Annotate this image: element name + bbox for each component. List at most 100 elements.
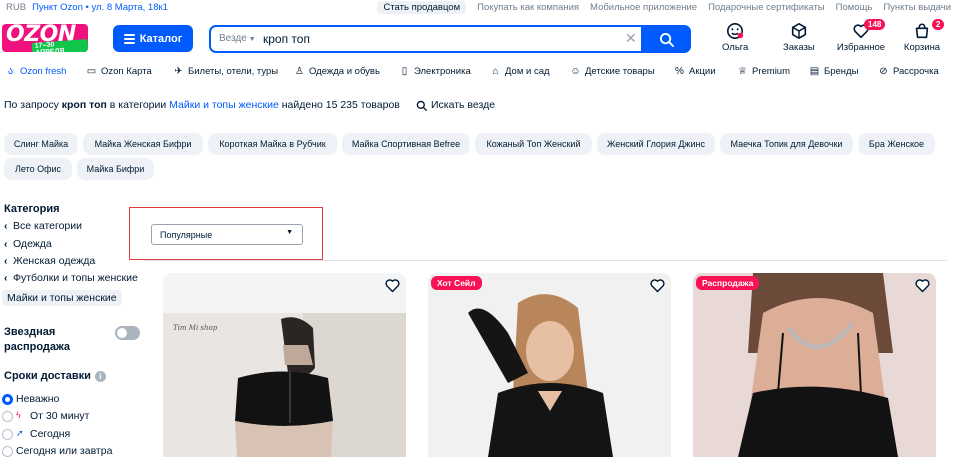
nav-item-ozon-fresh[interactable]: ა Ozon fresh	[5, 66, 67, 77]
suggestion-chip[interactable]: Маечка Топик для Девочки	[720, 133, 853, 155]
suggestion-chip[interactable]: Бра Женское	[858, 133, 935, 155]
pickup-location[interactable]: Пункт Ozon • ул. 8 Марта, 18к1	[32, 2, 168, 13]
menu-icon	[123, 34, 135, 44]
nav-item-label: Акции	[689, 66, 716, 77]
favorite-heart-icon[interactable]	[384, 277, 401, 294]
chevron-left-icon: ‹	[4, 255, 8, 267]
orders-button[interactable]: Заказы	[783, 22, 815, 53]
search-button[interactable]	[641, 25, 691, 53]
sort-select[interactable]: Популярные ▼	[151, 224, 303, 245]
suggestion-chip[interactable]: Короткая Майка в Рубчик	[208, 133, 337, 155]
help-link[interactable]: Помощь	[836, 2, 873, 13]
category-link-clothing[interactable]: ‹ Одежда	[4, 238, 52, 250]
product-card[interactable]: Хот Сейл	[428, 273, 671, 457]
favorites-count-badge: 148	[864, 19, 886, 30]
clear-icon[interactable]: ✕	[625, 30, 637, 47]
delivery-option-label: Сегодня или завтра	[16, 445, 113, 457]
pickup-points-link[interactable]: Пункты выдачи	[883, 2, 951, 13]
delivery-option-label: Сегодня	[30, 428, 71, 440]
category-link-tshirts-tops[interactable]: ‹ Футболки и топы женские	[4, 272, 138, 284]
suggestion-chip[interactable]: Майка Спортивная Befree	[342, 133, 470, 155]
category-link-label: Одежда	[13, 238, 52, 250]
nav-item-label: Рассрочка	[893, 66, 939, 77]
suggestion-chip[interactable]: Кожаный Топ Женский	[475, 133, 592, 155]
nav-item-home-garden[interactable]: ⌂ Дом и сад	[490, 66, 549, 77]
home-icon: ⌂	[492, 66, 499, 77]
suggestion-chip[interactable]: Майка Женская Бифри	[83, 133, 203, 155]
nav-item-brands[interactable]: ▤ Бренды	[809, 66, 859, 77]
results-count: найдено 15 235 товаров	[281, 99, 400, 111]
nav-item-kids[interactable]: ☺ Детские товары	[570, 66, 655, 77]
delivery-radio-today-tomorrow[interactable]	[2, 446, 13, 457]
box-icon	[791, 22, 806, 40]
favorites-button[interactable]: Избранное 148	[836, 19, 886, 53]
suggestion-chip[interactable]: Лето Офис	[4, 158, 72, 180]
cart-bag-icon	[915, 23, 929, 39]
chevron-left-icon: ‹	[4, 238, 8, 250]
suggestion-chip[interactable]: Женский Глория Джинс	[597, 133, 715, 155]
svg-text:Tim Mi shop: Tim Mi shop	[173, 324, 218, 332]
percent-icon: %	[675, 66, 684, 77]
cart-label: Корзина	[903, 42, 941, 53]
nav-item-promotions[interactable]: % Акции	[674, 66, 716, 77]
search-icon	[416, 100, 427, 111]
category-link-womens-clothing[interactable]: ‹ Женская одежда	[4, 255, 95, 267]
category-link-label: Женская одежда	[13, 255, 96, 267]
nav-item-label: Электроника	[414, 66, 471, 77]
gift-cards-link[interactable]: Подарочные сертификаты	[708, 2, 825, 13]
nav-item-premium[interactable]: ♕ Premium	[737, 66, 790, 77]
favorites-label: Избранное	[836, 42, 886, 53]
currency-selector[interactable]: RUB	[6, 2, 26, 13]
nav-item-electronics[interactable]: ▯ Электроника	[399, 66, 471, 77]
brands-icon: ▤	[809, 66, 820, 77]
nav-item-label: Детские товары	[585, 66, 655, 77]
product-image	[428, 273, 671, 457]
nav-item-travel[interactable]: ✈ Билеты, отели, туры	[173, 66, 278, 77]
header: OZON 17–30 АПРЕЛЯ Каталог Везде▼ кроп то…	[0, 17, 957, 61]
nav-item-installment[interactable]: ⊘ Рассрочка	[878, 66, 939, 77]
sort-selected-label: Популярные	[160, 229, 213, 240]
delivery-radio-today[interactable]	[2, 429, 13, 440]
results-category-link[interactable]: Майки и топы женские	[169, 99, 279, 111]
account-button[interactable]: Ольга	[722, 22, 748, 53]
search-input[interactable]: кроп топ	[263, 32, 310, 46]
card-icon: ▭	[86, 66, 97, 77]
ozon-logo[interactable]: OZON 17–30 АПРЕЛЯ	[2, 24, 88, 52]
results-prefix: По запросу	[4, 99, 59, 111]
catalog-label: Каталог	[139, 32, 183, 45]
delivery-radio-30min[interactable]	[2, 411, 13, 422]
star-sale-toggle[interactable]	[115, 326, 140, 340]
business-link[interactable]: Покупать как компания	[477, 2, 579, 13]
product-image: Tim Mi shop	[163, 313, 406, 457]
suggestion-chip[interactable]: Слинг Майка	[4, 133, 78, 155]
favorite-heart-icon[interactable]	[649, 277, 666, 294]
catalog-button[interactable]: Каталог	[113, 25, 193, 52]
delivery-time-title: Сроки доставки i	[4, 370, 106, 382]
delivery-option-label: Неважно	[16, 393, 60, 405]
chevron-left-icon: ‹	[4, 220, 8, 232]
installment-icon: ⊘	[879, 66, 888, 77]
product-tag: Распродажа	[696, 276, 760, 290]
product-card[interactable]: Распродажа	[693, 273, 936, 457]
mobile-app-link[interactable]: Мобильное приложение	[590, 2, 697, 13]
cart-button[interactable]: Корзина 2	[902, 19, 945, 53]
search-everywhere-button[interactable]: Искать везде	[416, 99, 495, 111]
phone-icon: ▯	[401, 66, 408, 77]
nav-item-clothes[interactable]: ♙ Одежда и обувь	[294, 66, 380, 77]
suggestion-chip[interactable]: Майка Бифри	[77, 158, 154, 180]
cart-count-badge: 2	[932, 19, 945, 30]
plane-icon: ✈	[174, 66, 183, 77]
nav-item-ozon-card[interactable]: ▭ Ozon Карта	[86, 66, 152, 77]
delivery-radio-any[interactable]	[2, 394, 13, 405]
search-scope-select[interactable]: Везде ▼	[219, 33, 256, 44]
orders-label: Заказы	[783, 42, 815, 53]
product-card[interactable]: Tim Mi shop	[163, 273, 406, 457]
category-selected[interactable]: Майки и топы женские	[2, 290, 122, 306]
delivery-time-title-label: Сроки доставки	[4, 370, 91, 382]
become-seller-link[interactable]: Стать продавцом	[377, 1, 467, 14]
info-icon[interactable]: i	[94, 370, 106, 382]
favorite-heart-icon[interactable]	[914, 277, 931, 294]
category-link-all[interactable]: ‹ Все категории	[4, 220, 82, 232]
star-sale-label: Звездная	[4, 326, 56, 338]
nav-item-label: Ozon Карта	[101, 66, 152, 77]
